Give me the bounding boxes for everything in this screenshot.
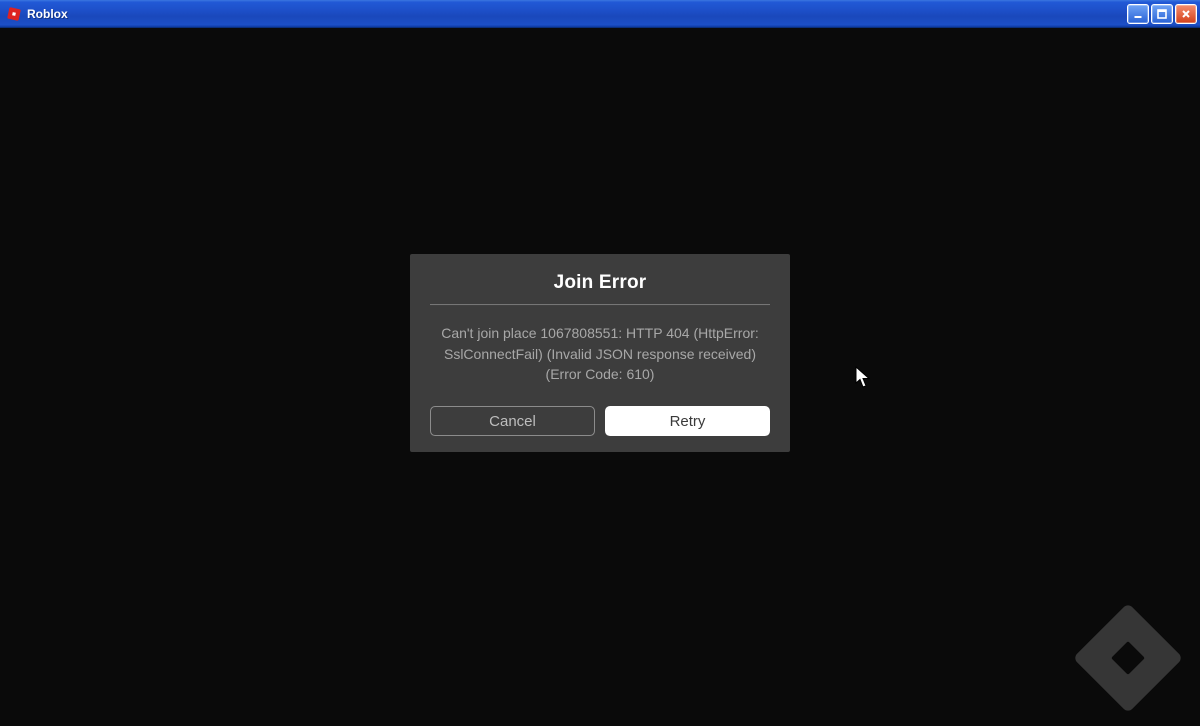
dialog-title: Join Error [430,272,770,304]
app-icon [6,6,22,22]
window-controls [1127,4,1197,24]
close-button[interactable] [1175,4,1197,24]
dialog-divider [430,304,770,305]
cancel-button[interactable]: Cancel [430,406,595,436]
retry-button-label: Retry [670,413,706,430]
dialog-actions: Cancel Retry [430,406,770,436]
cancel-button-label: Cancel [489,413,536,430]
app-content: Join Error Can't join place 1067808551: … [0,28,1200,720]
maximize-button[interactable] [1151,4,1173,24]
roblox-logo-icon [1060,590,1196,726]
window-titlebar: Roblox [0,0,1200,28]
error-dialog: Join Error Can't join place 1067808551: … [410,254,790,452]
minimize-button[interactable] [1127,4,1149,24]
dialog-message: Can't join place 1067808551: HTTP 404 (H… [430,323,770,406]
window-title: Roblox [27,7,68,21]
cursor-icon [855,366,873,395]
retry-button[interactable]: Retry [605,406,770,436]
